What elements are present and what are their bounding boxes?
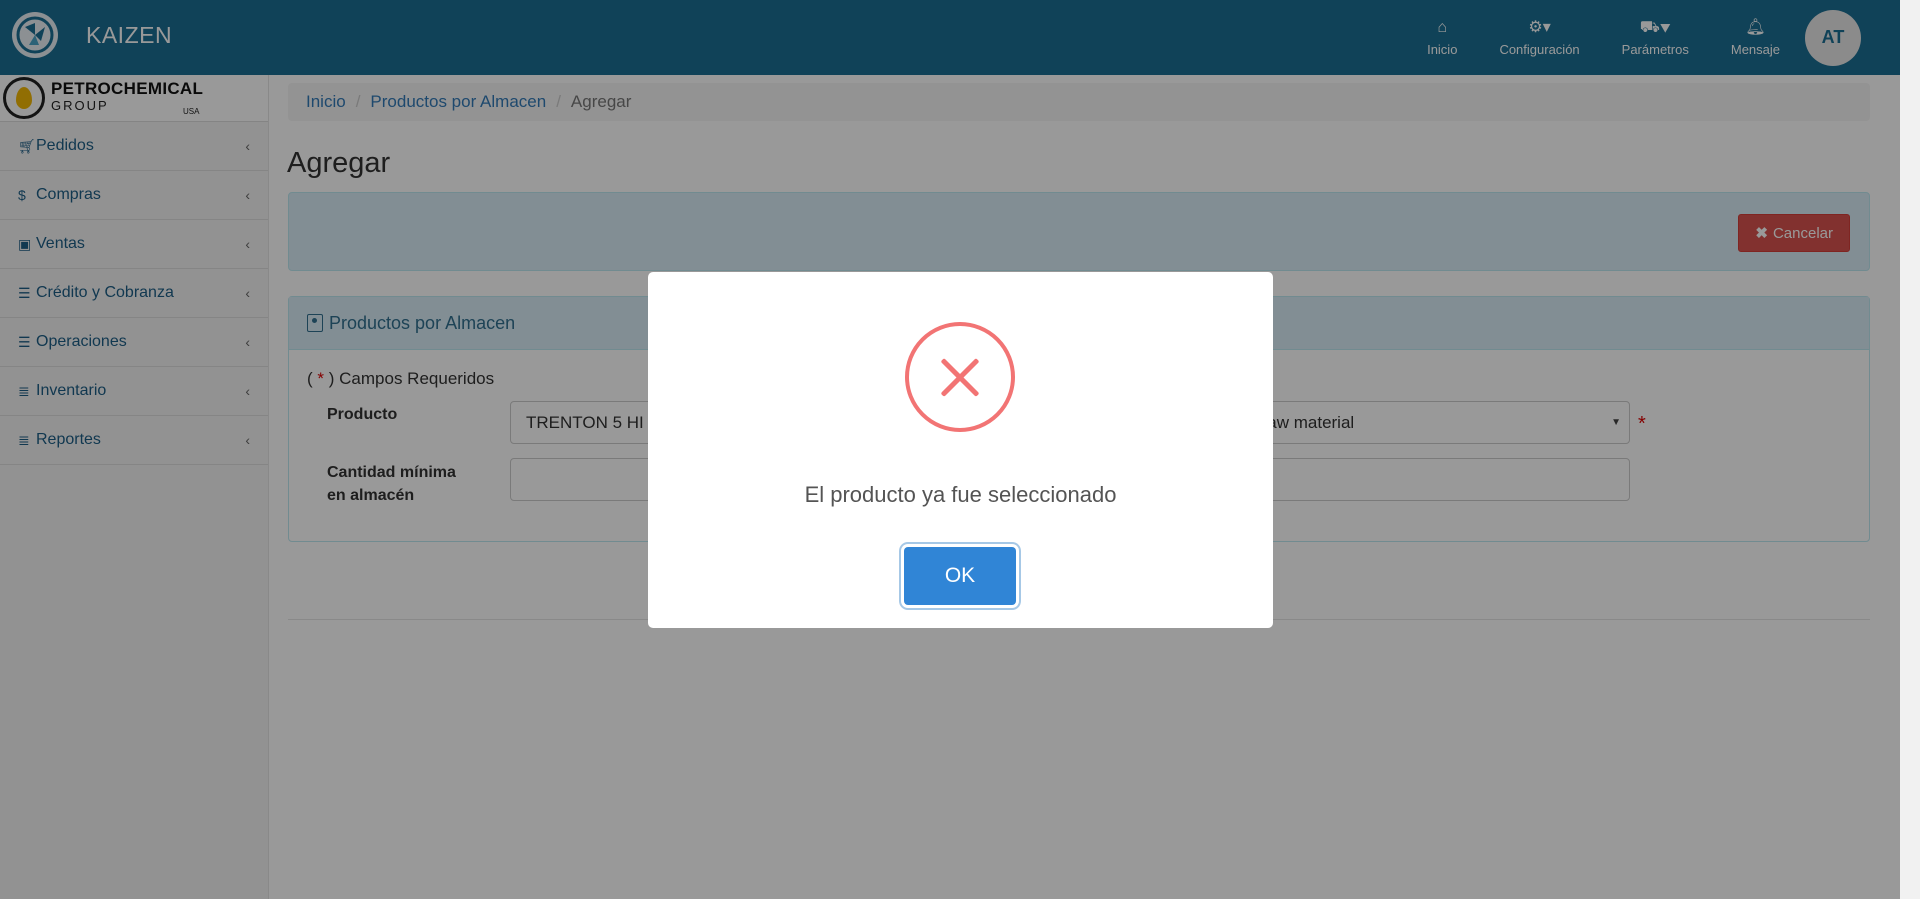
- error-dialog: El producto ya fue seleccionado OK: [648, 272, 1273, 628]
- dialog-message: El producto ya fue seleccionado: [804, 482, 1117, 507]
- page-scrollbar[interactable]: [1900, 0, 1920, 899]
- error-icon: [905, 322, 1015, 432]
- ok-button[interactable]: OK: [904, 547, 1016, 605]
